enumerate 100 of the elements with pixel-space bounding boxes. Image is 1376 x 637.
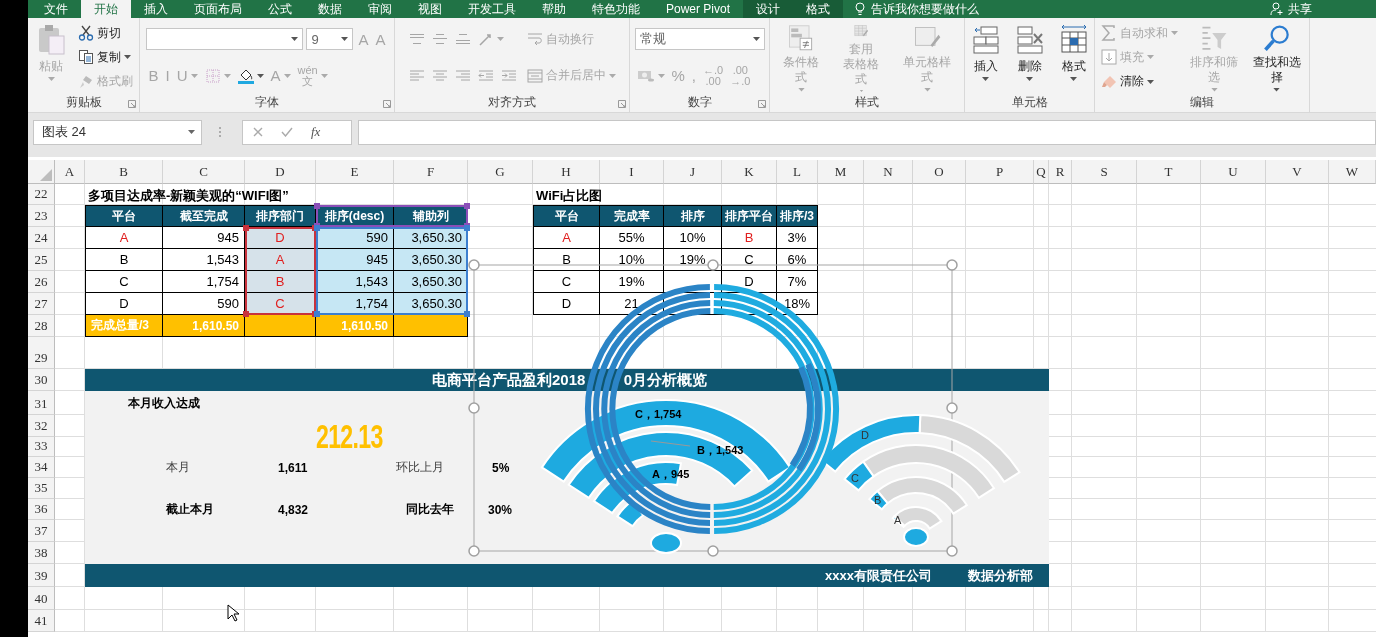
ribbon-button[interactable]: 删除 — [1010, 21, 1049, 94]
column-header[interactable]: L — [777, 160, 818, 184]
ribbon-button[interactable]: 清除 — [1099, 70, 1180, 93]
dialog-launcher-icon[interactable] — [758, 100, 766, 108]
metric-value: 1,611 — [278, 460, 308, 475]
ribbon-tab[interactable]: 文件 — [31, 0, 81, 18]
row-header[interactable]: 25 — [28, 249, 55, 271]
ribbon-button[interactable]: 格式 — [1054, 21, 1093, 94]
column-header[interactable]: A — [55, 160, 85, 184]
dropdown-field[interactable]: 常规 — [634, 28, 765, 51]
resize-handle[interactable] — [707, 259, 719, 271]
column-header[interactable]: T — [1137, 160, 1201, 184]
row-header[interactable]: 39 — [28, 564, 55, 587]
resize-handle[interactable] — [468, 259, 480, 271]
row-header[interactable]: 23 — [28, 205, 55, 227]
column-header[interactable]: W — [1329, 160, 1376, 184]
resize-handle[interactable] — [707, 545, 719, 557]
column-header[interactable]: E — [316, 160, 394, 184]
dropdown-field[interactable] — [146, 28, 304, 51]
cancel-icon[interactable] — [253, 127, 263, 137]
ribbon-tab[interactable]: Power Pivot — [653, 0, 744, 18]
row-header[interactable]: 29 — [28, 337, 55, 369]
resize-handle[interactable] — [946, 545, 958, 557]
ribbon-tab[interactable]: 审阅 — [355, 0, 405, 18]
tell-me-field[interactable]: 告诉我你想要做什么 — [871, 2, 1022, 16]
row-header[interactable]: 28 — [28, 315, 55, 337]
column-header[interactable]: O — [913, 160, 966, 184]
column-header[interactable]: Q — [1034, 160, 1049, 184]
select-all-icon[interactable] — [40, 169, 52, 181]
dropdown-field[interactable]: 9 — [306, 28, 354, 51]
row-header[interactable]: 38 — [28, 542, 55, 564]
resize-handle[interactable] — [946, 402, 958, 414]
column-header[interactable]: B — [85, 160, 163, 184]
ribbon-tab[interactable]: 帮助 — [529, 0, 579, 18]
ribbon-button[interactable]: 查找和选择 — [1248, 21, 1305, 94]
row-header[interactable]: 40 — [28, 587, 55, 610]
ribbon-tab[interactable]: 视图 — [405, 0, 455, 18]
row-header[interactable]: 27 — [28, 293, 55, 315]
column-heading: 排序 — [664, 205, 722, 227]
dialog-launcher-icon[interactable] — [383, 100, 391, 108]
ribbon-button[interactable]: 复制 — [76, 46, 135, 69]
ribbon-tab[interactable]: 格式 — [793, 0, 844, 18]
column-header[interactable]: S — [1072, 160, 1137, 184]
formula-field[interactable] — [358, 119, 1376, 145]
column-header[interactable]: U — [1201, 160, 1266, 184]
column-header[interactable]: H — [533, 160, 600, 184]
resize-handle[interactable] — [468, 402, 480, 414]
table-cell: 1,543 — [163, 249, 245, 271]
data-label: B — [874, 494, 882, 506]
row-header[interactable]: 26 — [28, 271, 55, 293]
column-header[interactable]: I — [600, 160, 664, 184]
column-header[interactable]: P — [966, 160, 1034, 184]
column-header[interactable]: M — [818, 160, 864, 184]
column-header[interactable]: R — [1049, 160, 1072, 184]
ribbon-tab[interactable]: 数据 — [305, 0, 355, 18]
column-header[interactable]: G — [468, 160, 533, 184]
row-header[interactable]: 41 — [28, 610, 55, 632]
ribbon-button[interactable]: 剪切 — [76, 22, 135, 45]
resize-handle[interactable] — [946, 259, 958, 271]
table-cell: B — [533, 249, 600, 271]
total-cell — [245, 315, 316, 337]
ribbon-tab[interactable]: 开发工具 — [455, 0, 529, 18]
column-header[interactable]: D — [245, 160, 316, 184]
ribbon-tab[interactable]: 特色功能 — [579, 0, 653, 18]
ribbon-tab[interactable]: 设计 — [743, 0, 794, 18]
metric-label: 同比去年 — [406, 501, 454, 518]
ribbon-tab[interactable]: 插入 — [131, 0, 181, 18]
row-header[interactable]: 31 — [28, 391, 55, 415]
scissors-icon — [78, 25, 94, 42]
row-header[interactable]: 33 — [28, 437, 55, 457]
row-header[interactable]: 37 — [28, 520, 55, 542]
row-header[interactable]: 35 — [28, 478, 55, 499]
ribbon-tab[interactable]: 页面布局 — [181, 0, 255, 18]
group-label: 编辑 — [1190, 94, 1214, 111]
share-button[interactable]: 共享 — [1266, 0, 1316, 18]
row-header[interactable]: 34 — [28, 457, 55, 478]
enter-icon[interactable] — [281, 127, 293, 137]
column-header[interactable]: F — [394, 160, 468, 184]
column-header[interactable]: V — [1266, 160, 1329, 184]
group-label: 单元格 — [1011, 94, 1048, 111]
name-box[interactable]: 图表 24 — [33, 119, 202, 145]
column-header[interactable]: K — [722, 160, 777, 184]
row-header[interactable]: 22 — [28, 184, 55, 205]
column-header[interactable]: J — [664, 160, 722, 184]
row-header[interactable]: 32 — [28, 415, 55, 437]
insert-function-button[interactable]: fx — [311, 124, 321, 140]
ribbon-button[interactable]: 插入 — [966, 21, 1005, 94]
total-cell: 1,610.50 — [316, 315, 394, 337]
ribbon-tab[interactable]: 开始 — [81, 0, 131, 18]
column-header[interactable]: N — [864, 160, 913, 184]
ribbon-button[interactable] — [235, 67, 266, 84]
column-header[interactable]: C — [163, 160, 245, 184]
footer-text: xxxx有限责任公司 — [825, 566, 932, 585]
dialog-launcher-icon[interactable] — [618, 100, 626, 108]
row-header[interactable]: 24 — [28, 227, 55, 249]
ribbon-tab[interactable]: 公式 — [255, 0, 305, 18]
resize-handle[interactable] — [468, 545, 480, 557]
row-header[interactable]: 36 — [28, 499, 55, 520]
dialog-launcher-icon[interactable] — [128, 100, 136, 108]
row-header[interactable]: 30 — [28, 369, 55, 391]
